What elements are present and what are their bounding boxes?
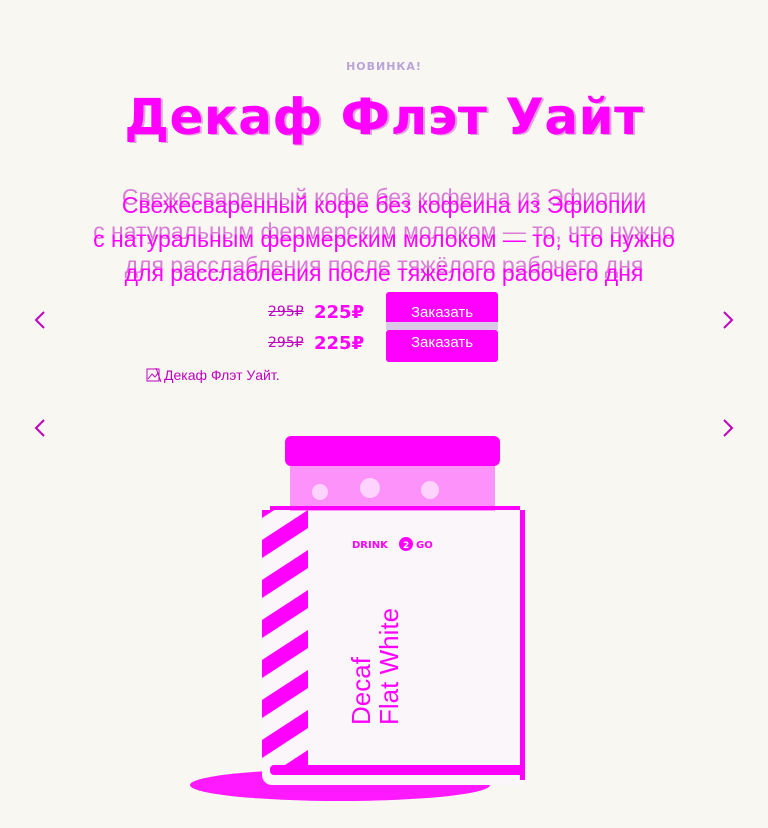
- can-label-flat-white: Flat White: [374, 608, 404, 725]
- price-block: 295₽ 225₽: [268, 297, 364, 327]
- order-button[interactable]: Заказать: [386, 330, 498, 362]
- old-price: 295₽: [268, 335, 304, 351]
- description-line: Свежесваренный кофе без кофеина из Эфиоп…: [121, 192, 647, 218]
- svg-text:2: 2: [403, 541, 409, 551]
- description-line: для расслабления после тяжёлого рабочего…: [124, 260, 644, 286]
- can-label-decaf: Decaf: [346, 656, 376, 725]
- new-price: 225₽: [314, 332, 365, 354]
- button-divider: [386, 322, 498, 330]
- broken-image-icon: [146, 367, 162, 383]
- chevron-left-icon[interactable]: [30, 310, 50, 330]
- product-slider: НОВИНКА! Декаф Флэт Уайт Свежесваренный …: [0, 0, 768, 828]
- price-block: 295₽ 225₽: [268, 328, 364, 358]
- new-badge: НОВИНКА!: [346, 60, 422, 73]
- product-title: Декаф Флэт Уайт: [124, 88, 644, 146]
- product-image-broken: Декаф Флэт Уайт.: [146, 367, 280, 383]
- new-price: 225₽: [314, 301, 365, 323]
- description-line: с натуральным фермерским молоком — то, ч…: [93, 226, 675, 252]
- svg-text:GO: GO: [416, 540, 433, 551]
- chevron-right-icon[interactable]: [718, 418, 738, 438]
- old-price: 295₽: [268, 304, 304, 320]
- chevron-right-icon[interactable]: [718, 310, 738, 330]
- image-alt-text: Декаф Флэт Уайт.: [164, 367, 280, 383]
- brand-logo: DRINK: [352, 540, 389, 551]
- chevron-left-icon[interactable]: [30, 418, 50, 438]
- product-can-image: DRINK 2 GO Decaf Flat White: [170, 430, 570, 828]
- product-description: Свежесваренный кофе без кофеина из Эфиоп…: [0, 188, 768, 290]
